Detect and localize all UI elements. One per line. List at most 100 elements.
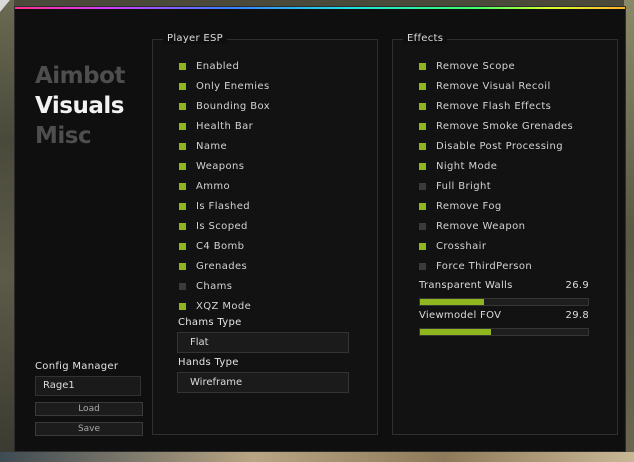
checkbox-checked[interactable] [179, 102, 186, 110]
hands-type-dropdown[interactable]: Wireframe [177, 372, 349, 393]
checkbox-checked[interactable] [419, 62, 426, 70]
checkbox-row[interactable]: Remove Smoke Grenades [419, 116, 573, 136]
player-esp-options: Enabled Only Enemies Bounding Box Health Ba… [179, 56, 270, 316]
checkbox-label: Is Flashed [196, 200, 251, 212]
checkbox-unchecked[interactable] [419, 262, 426, 270]
checkbox-checked[interactable] [179, 82, 186, 90]
checkbox-checked[interactable] [419, 162, 426, 170]
checkbox-checked[interactable] [179, 62, 186, 70]
slider-value: 29.8 [565, 310, 589, 321]
checkbox-checked[interactable] [179, 142, 186, 150]
effects-options: Remove Scope Remove Visual Recoil Remove F… [419, 56, 573, 276]
config-manager-title: Config Manager [35, 361, 119, 372]
checkbox-row[interactable]: XQZ Mode [179, 296, 270, 316]
checkbox-row[interactable]: Night Mode [419, 156, 573, 176]
checkbox-row[interactable]: Force ThirdPerson [419, 256, 573, 276]
checkbox-row[interactable]: Chams [179, 276, 270, 296]
checkbox-label: Crosshair [436, 240, 487, 252]
checkbox-row[interactable]: Grenades [179, 256, 270, 276]
checkbox-row[interactable]: C4 Bomb [179, 236, 270, 256]
checkbox-label: C4 Bomb [196, 240, 245, 252]
checkbox-label: Ammo [196, 180, 231, 192]
nav-misc[interactable]: Misc [35, 121, 125, 151]
checkbox-checked[interactable] [419, 202, 426, 210]
checkbox-checked[interactable] [179, 222, 186, 230]
checkbox-row[interactable]: Name [179, 136, 270, 156]
rainbow-accent-bar [15, 7, 625, 9]
hands-type-label: Hands Type [178, 357, 239, 368]
slider-track[interactable] [419, 298, 589, 306]
save-button[interactable]: Save [35, 422, 143, 436]
checkbox-label: Bounding Box [196, 100, 271, 112]
checkbox-row[interactable]: Enabled [179, 56, 270, 76]
load-button[interactable]: Load [35, 402, 143, 416]
checkbox-row[interactable]: Remove Weapon [419, 216, 573, 236]
checkbox-row[interactable]: Remove Scope [419, 56, 573, 76]
checkbox-label: Chams [196, 280, 233, 292]
slider-label: Transparent Walls [419, 280, 513, 291]
checkbox-row[interactable]: Remove Fog [419, 196, 573, 216]
checkbox-row[interactable]: Is Scoped [179, 216, 270, 236]
checkbox-label: XQZ Mode [196, 300, 252, 312]
checkbox-label: Remove Smoke Grenades [436, 120, 574, 132]
checkbox-row[interactable]: Full Bright [419, 176, 573, 196]
checkbox-checked[interactable] [179, 182, 186, 190]
checkbox-unchecked[interactable] [419, 222, 426, 230]
checkbox-label: Health Bar [196, 120, 254, 132]
checkbox-label: Remove Scope [436, 60, 516, 72]
checkbox-row[interactable]: Disable Post Processing [419, 136, 573, 156]
checkbox-row[interactable]: Remove Visual Recoil [419, 76, 573, 96]
checkbox-checked[interactable] [179, 242, 186, 250]
checkbox-label: Weapons [196, 160, 245, 172]
checkbox-row[interactable]: Health Bar [179, 116, 270, 136]
nav-aimbot[interactable]: Aimbot [35, 61, 125, 91]
checkbox-row[interactable]: Only Enemies [179, 76, 270, 96]
checkbox-checked[interactable] [419, 102, 426, 110]
checkbox-checked[interactable] [179, 302, 186, 310]
checkbox-label: Disable Post Processing [436, 140, 563, 152]
checkbox-label: Enabled [196, 60, 240, 72]
checkbox-row[interactable]: Remove Flash Effects [419, 96, 573, 116]
checkbox-label: Remove Weapon [436, 220, 526, 232]
player-esp-title: Player ESP [163, 33, 227, 44]
chams-type-label: Chams Type [178, 317, 242, 328]
checkbox-unchecked[interactable] [179, 282, 186, 290]
checkbox-label: Night Mode [436, 160, 498, 172]
scene-left-edge [0, 0, 14, 462]
checkbox-label: Is Scoped [196, 220, 248, 232]
checkbox-checked[interactable] [179, 202, 186, 210]
slider-value: 26.9 [565, 280, 589, 291]
checkbox-checked[interactable] [179, 162, 186, 170]
checkbox-checked[interactable] [419, 82, 426, 90]
checkbox-label: Name [196, 140, 228, 152]
checkbox-label: Full Bright [436, 180, 492, 192]
checkbox-checked[interactable] [419, 242, 426, 250]
checkbox-checked[interactable] [179, 122, 186, 130]
config-name-field[interactable]: Rage1 [35, 376, 141, 396]
effects-title: Effects [403, 33, 448, 44]
player-esp-group: Player ESP Enabled Only Enemies Bounding B… [152, 33, 378, 435]
checkbox-label: Grenades [196, 260, 248, 272]
cheat-menu-window: Aimbot Visuals Misc Config Manager Rage1… [14, 6, 626, 452]
checkbox-label: Remove Fog [436, 200, 502, 212]
slider-track[interactable] [419, 328, 589, 336]
checkbox-label: Remove Visual Recoil [436, 80, 551, 92]
checkbox-row[interactable]: Weapons [179, 156, 270, 176]
checkbox-checked[interactable] [419, 122, 426, 130]
nav-visuals[interactable]: Visuals [35, 91, 125, 121]
checkbox-unchecked[interactable] [419, 182, 426, 190]
slider-fill [420, 329, 491, 335]
checkbox-checked[interactable] [179, 262, 186, 270]
checkbox-row[interactable]: Ammo [179, 176, 270, 196]
checkbox-row[interactable]: Is Flashed [179, 196, 270, 216]
chams-type-dropdown[interactable]: Flat [177, 332, 349, 353]
main-nav: Aimbot Visuals Misc [35, 61, 125, 151]
slider-label: Viewmodel FOV [419, 310, 502, 321]
viewmodel-fov-slider: Viewmodel FOV 29.8 [419, 310, 589, 336]
checkbox-label: Force ThirdPerson [436, 260, 533, 272]
checkbox-label: Only Enemies [196, 80, 270, 92]
checkbox-row[interactable]: Bounding Box [179, 96, 270, 116]
checkbox-row[interactable]: Crosshair [419, 236, 573, 256]
checkbox-checked[interactable] [419, 142, 426, 150]
scene-bottom-edge [0, 452, 634, 462]
